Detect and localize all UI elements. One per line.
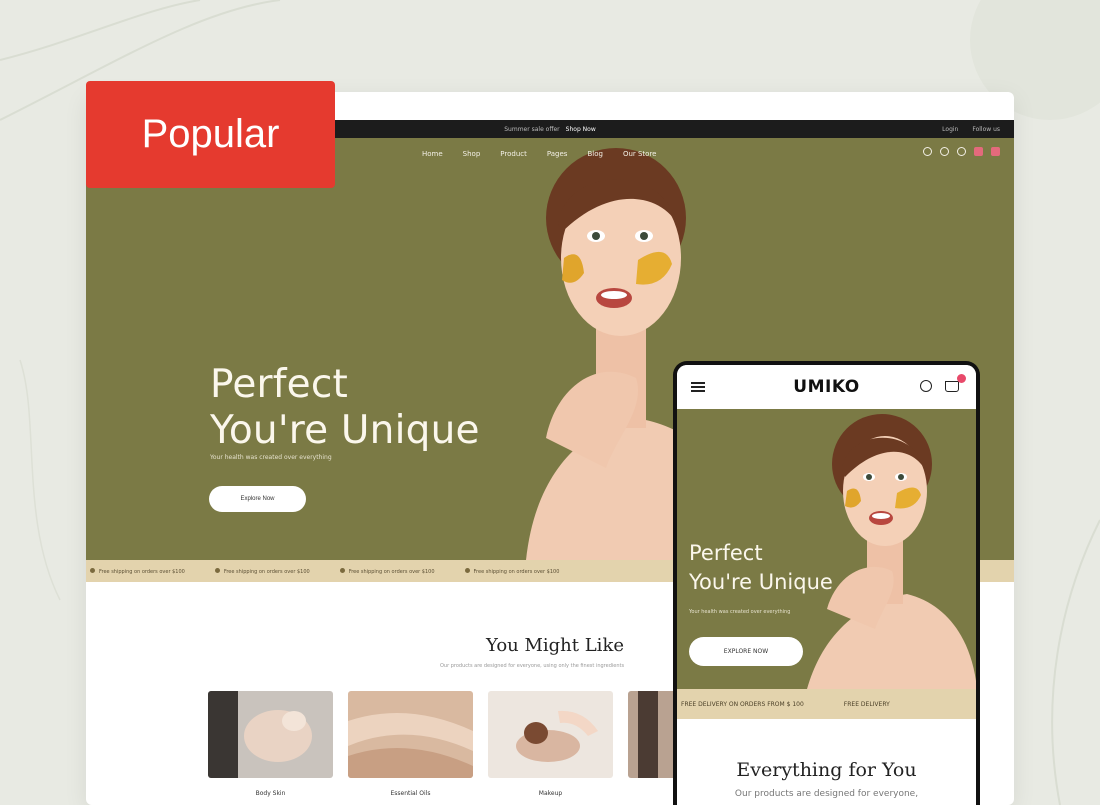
section-title: You Might Like bbox=[486, 635, 624, 656]
category-card[interactable]: Makeup bbox=[488, 691, 613, 797]
ticker-item: FREE DELIVERY bbox=[843, 700, 890, 708]
nav-item-home[interactable]: Home bbox=[422, 150, 443, 158]
follow-link[interactable]: Follow us bbox=[972, 126, 1000, 133]
ticker-item: Free shipping on orders over $100 bbox=[214, 567, 310, 575]
cart-icon[interactable] bbox=[991, 147, 1000, 156]
hero-title-line2: You're Unique bbox=[210, 408, 480, 453]
header-icons bbox=[923, 147, 1000, 156]
account-icon[interactable] bbox=[940, 147, 949, 156]
phone-hero-title: Perfect You're Unique bbox=[689, 541, 833, 594]
body-skin-image bbox=[208, 691, 333, 778]
makeup-image bbox=[488, 691, 613, 778]
phone-hero-subtitle: Your health was created over everything bbox=[689, 609, 791, 615]
phone-preview: UMIKO Perfect You're Unique Your health … bbox=[673, 361, 980, 805]
announcement-text: Summer sale offer bbox=[504, 125, 560, 133]
category-card[interactable]: Body Skin bbox=[208, 691, 333, 797]
card-label: Makeup bbox=[538, 790, 563, 797]
ticker-item: Free shipping on orders over $100 bbox=[90, 567, 185, 575]
phone-screen: UMIKO Perfect You're Unique Your health … bbox=[677, 365, 976, 805]
cart-count-badge bbox=[957, 374, 966, 383]
compare-icon[interactable] bbox=[957, 147, 966, 156]
nav-item-product[interactable]: Product bbox=[500, 150, 527, 158]
explore-button[interactable]: Explore Now bbox=[209, 486, 306, 512]
hero-title: Perfect You're Unique bbox=[210, 362, 480, 454]
phone-explore-button[interactable]: EXPLORE NOW bbox=[689, 637, 803, 666]
popular-badge: Popular bbox=[86, 81, 335, 188]
announcement-link[interactable]: Shop Now bbox=[566, 126, 596, 133]
ticker-item: Free shipping on orders over $100 bbox=[464, 567, 559, 575]
nav-item-our-store[interactable]: Our Store bbox=[623, 150, 657, 158]
login-link[interactable]: Login bbox=[942, 126, 958, 133]
phone-hero-banner: Perfect You're Unique Your health was cr… bbox=[677, 409, 976, 689]
phone-section-subtitle: Our products are designed for everyone, bbox=[734, 789, 919, 799]
nav-item-blog[interactable]: Blog bbox=[587, 150, 602, 158]
phone-header: UMIKO bbox=[677, 365, 976, 409]
phone-section-title: Everything for You bbox=[736, 759, 917, 781]
search-icon[interactable] bbox=[923, 147, 932, 156]
section-subtitle: Our products are designed for everyone, … bbox=[440, 663, 625, 669]
nav-item-shop[interactable]: Shop bbox=[463, 150, 481, 158]
wishlist-icon[interactable] bbox=[974, 147, 983, 156]
hero-title-line1: Perfect bbox=[210, 362, 349, 407]
search-icon[interactable] bbox=[920, 380, 932, 392]
category-cards: Body Skin Essential Oils Makeup bbox=[208, 691, 688, 797]
category-card[interactable]: Essential Oils bbox=[348, 691, 473, 797]
ticker-item: Free shipping on orders over $100 bbox=[339, 567, 435, 575]
nav-item-pages[interactable]: Pages bbox=[547, 150, 568, 158]
ticker-item: FREE DELIVERY ON ORDERS FROM $ 100 bbox=[681, 700, 804, 708]
main-nav: Home Shop Product Pages Blog Our Store bbox=[422, 150, 657, 158]
cart-icon[interactable] bbox=[945, 381, 959, 392]
hero-subtitle: Your health was created over everything bbox=[210, 454, 332, 461]
card-label: Essential Oils bbox=[390, 790, 431, 797]
essential-oils-image bbox=[348, 691, 473, 778]
phone-promo-ticker: FREE DELIVERY ON ORDERS FROM $ 100 FREE … bbox=[677, 689, 976, 719]
card-label: Body Skin bbox=[255, 790, 286, 797]
